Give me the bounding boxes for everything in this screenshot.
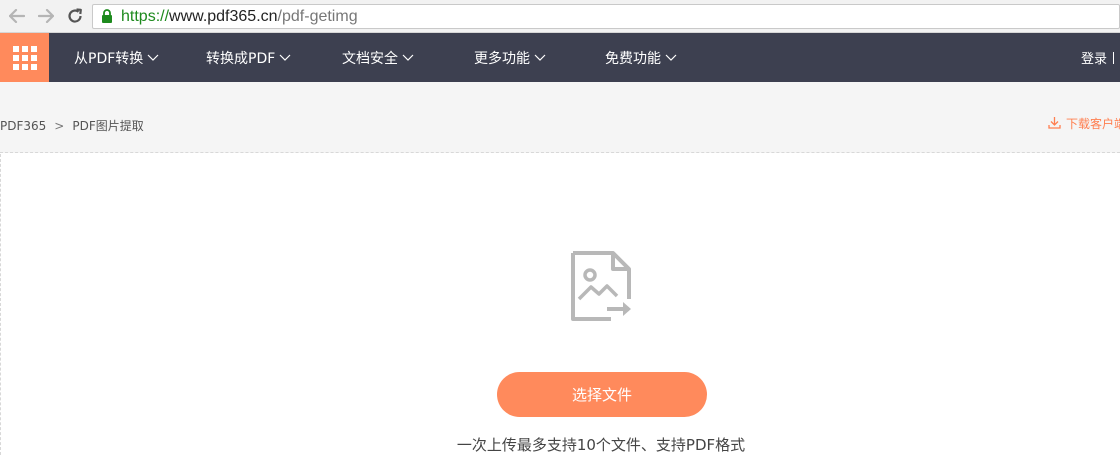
chevron-down-icon [665,54,677,62]
breadcrumb-home-link[interactable]: PDF365 [0,119,46,133]
forward-arrow-icon [38,9,54,23]
url-scheme: https:// [121,7,170,25]
site-navbar: 从PDF转换 转换成PDF 文档安全 更多功能 免费功能 登录 [0,33,1120,82]
download-label: 下载客户端 [1066,117,1120,131]
login-divider [1113,51,1114,64]
nav-more-features[interactable]: 更多功能 [474,33,546,82]
download-icon [1048,116,1066,132]
chevron-down-icon [402,54,414,62]
select-file-button[interactable]: 选择文件 [497,372,707,417]
nav-item-label: 文档安全 [342,50,398,67]
url-path: /pdf-getimg [277,7,358,25]
nav-to-pdf[interactable]: 转换成PDF [206,33,291,82]
breadcrumb: PDF365 > PDF图片提取 [0,117,144,134]
login-label: 登录 [1080,52,1107,67]
chevron-down-icon [534,54,546,62]
forward-button[interactable] [35,5,57,27]
reload-icon [67,8,83,24]
browser-toolbar: https:// www.pdf365.cn /pdf-getimg [0,0,1120,33]
apps-grid-icon [12,45,37,70]
address-bar[interactable]: https:// www.pdf365.cn /pdf-getimg [92,4,1120,29]
apps-menu-button[interactable] [0,33,49,82]
reload-button[interactable] [64,5,86,27]
download-client-link[interactable]: 下载客户端 [1048,115,1120,132]
breadcrumb-separator: > [54,118,65,133]
nav-item-label: 免费功能 [605,50,661,67]
upload-area: 选择文件 一次上传最多支持10个文件、支持PDF格式 [0,154,1120,455]
nav-free-features[interactable]: 免费功能 [605,33,677,82]
back-arrow-icon [9,9,25,23]
nav-from-pdf[interactable]: 从PDF转换 [74,33,159,82]
nav-item-label: 更多功能 [474,50,530,67]
chevron-down-icon [279,54,291,62]
sub-header: PDF365 > PDF图片提取 下载客户端 [0,82,1120,153]
url-host: www.pdf365.cn [169,7,278,25]
nav-item-label: 转换成PDF [206,50,276,67]
chevron-down-icon [147,54,159,62]
login-link[interactable]: 登录 [1081,33,1114,82]
back-button[interactable] [6,5,28,27]
nav-doc-security[interactable]: 文档安全 [342,33,414,82]
nav-item-label: 从PDF转换 [74,50,144,67]
breadcrumb-current: PDF图片提取 [72,119,144,133]
lock-icon [101,9,115,25]
image-file-export-icon [569,251,635,327]
upload-hint: 一次上传最多支持10个文件、支持PDF格式 [456,436,746,454]
